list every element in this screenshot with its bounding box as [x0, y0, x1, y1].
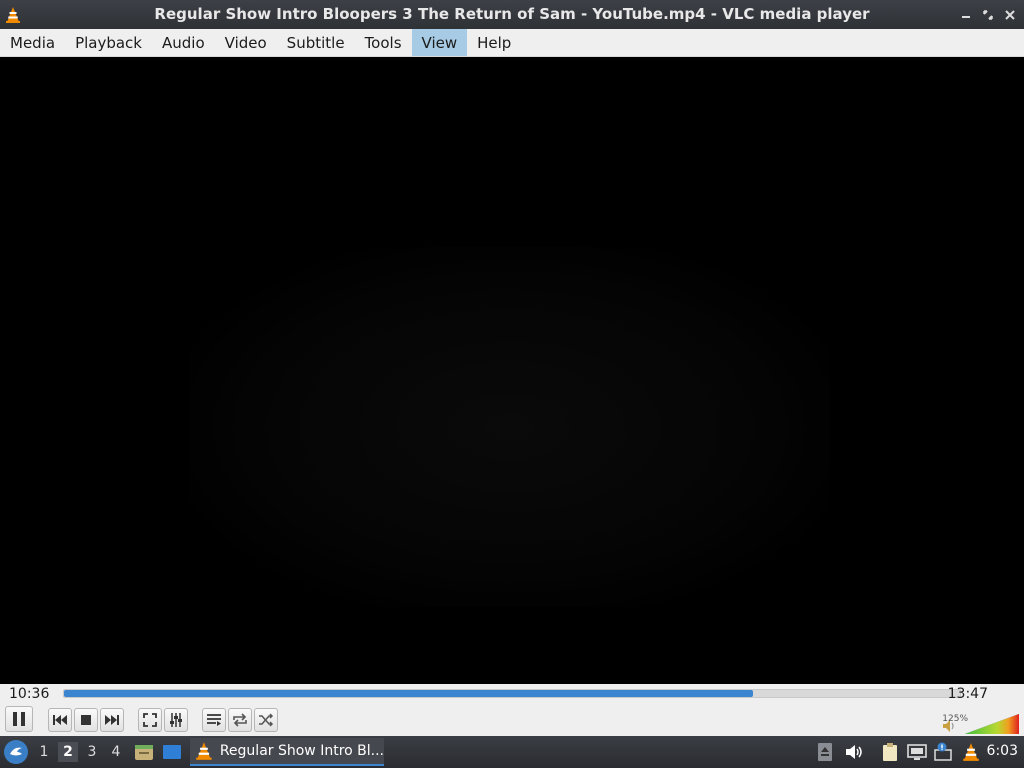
- fullscreen-icon: [143, 713, 157, 727]
- loop-button[interactable]: [228, 708, 252, 732]
- video-canvas[interactable]: [0, 57, 1024, 684]
- previous-button[interactable]: [48, 708, 72, 732]
- shuffle-button[interactable]: [254, 708, 278, 732]
- network-icon[interactable]: [907, 742, 927, 762]
- workspace-1[interactable]: 1: [34, 742, 54, 762]
- taskbar-task-vlc[interactable]: Regular Show Intro Bl...: [190, 738, 384, 766]
- menu-playback[interactable]: Playback: [65, 29, 152, 56]
- menu-help[interactable]: Help: [467, 29, 521, 56]
- file-manager-icon[interactable]: [134, 742, 154, 762]
- sliders-icon: [170, 713, 182, 727]
- vlc-tray-icon[interactable]: [961, 742, 981, 762]
- volume-slider[interactable]: [965, 714, 1019, 734]
- playlist-button[interactable]: [202, 708, 226, 732]
- taskbar: 1 2 3 4 Regular Show Intro Bl... 6:03: [0, 736, 1024, 768]
- menu-media[interactable]: Media: [0, 29, 65, 56]
- clipboard-icon[interactable]: [880, 742, 900, 762]
- extended-settings-button[interactable]: [164, 708, 188, 732]
- menu-tools[interactable]: Tools: [355, 29, 412, 56]
- workspace-4[interactable]: 4: [106, 742, 126, 762]
- skip-back-icon: [53, 715, 67, 725]
- repeat-icon: [233, 713, 247, 727]
- title-bar: Regular Show Intro Bloopers 3 The Return…: [0, 0, 1024, 29]
- start-menu-button[interactable]: [4, 740, 28, 764]
- vlc-cone-icon[interactable]: [0, 0, 26, 29]
- playlist-icon: [207, 714, 221, 726]
- stop-button[interactable]: [74, 708, 98, 732]
- clock: 6:03: [986, 743, 1018, 759]
- pause-icon: [13, 712, 25, 726]
- workspace-2[interactable]: 2: [58, 742, 78, 762]
- bird-logo-icon: [10, 747, 22, 756]
- desktop-icon[interactable]: [162, 742, 182, 762]
- menu-bar: Media Playback Audio Video Subtitle Tool…: [0, 29, 1024, 57]
- task-label: Regular Show Intro Bl...: [219, 743, 384, 759]
- skip-forward-icon: [105, 715, 119, 725]
- volume-icon[interactable]: [844, 742, 864, 762]
- menu-subtitle[interactable]: Subtitle: [277, 29, 355, 56]
- seek-bar-area: 10:36 13:47: [0, 684, 1024, 704]
- window-title: Regular Show Intro Bloopers 3 The Return…: [154, 5, 870, 23]
- seek-progress-fill: [64, 690, 754, 697]
- workspace-3[interactable]: 3: [82, 742, 102, 762]
- vlc-cone-icon: [196, 742, 212, 760]
- control-bar: 125%: [0, 704, 1024, 736]
- menu-audio[interactable]: Audio: [152, 29, 215, 56]
- stop-icon: [81, 715, 91, 725]
- menu-view[interactable]: View: [411, 29, 468, 56]
- notification-icon[interactable]: [934, 742, 954, 762]
- fullscreen-button[interactable]: [138, 708, 162, 732]
- maximize-button[interactable]: [980, 7, 996, 23]
- seek-slider[interactable]: [63, 689, 961, 698]
- pause-button[interactable]: [5, 706, 33, 732]
- next-button[interactable]: [100, 708, 124, 732]
- minimize-button[interactable]: [958, 7, 974, 23]
- eject-icon[interactable]: [816, 742, 836, 762]
- total-time: 13:47: [947, 686, 988, 702]
- shuffle-icon: [259, 713, 274, 727]
- volume-control[interactable]: 125%: [925, 708, 1020, 734]
- video-frame: [190, 247, 830, 607]
- elapsed-time: 10:36: [9, 686, 50, 702]
- close-button[interactable]: [1002, 7, 1018, 23]
- menu-video[interactable]: Video: [215, 29, 277, 56]
